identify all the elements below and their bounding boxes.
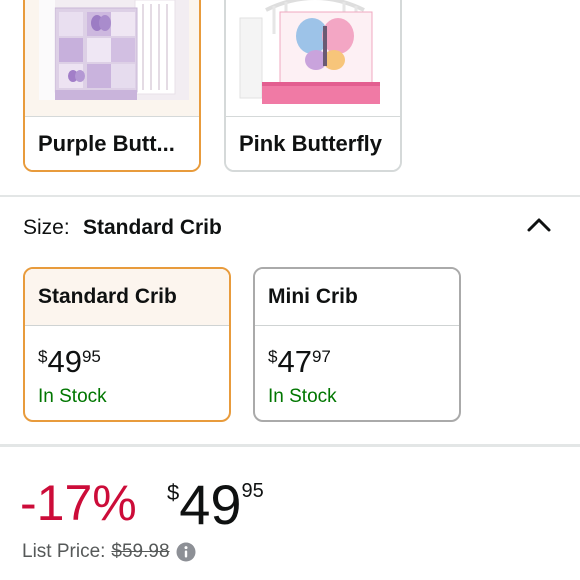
list-price-label: List Price: <box>22 541 106 562</box>
size-option-standard-crib[interactable]: Standard Crib $ 49 95 In Stock <box>23 267 231 422</box>
size-selected-value: Standard Crib <box>83 216 222 239</box>
product-thumbnail-pink-butterfly <box>226 0 400 116</box>
price-whole: 49 <box>47 344 82 379</box>
chevron-up-icon[interactable] <box>522 208 556 242</box>
size-option-price: $ 49 95 <box>38 345 101 381</box>
style-option-pink-butterfly[interactable]: Pink Butterfly <box>224 0 402 172</box>
section-divider <box>0 444 580 447</box>
product-thumbnail-purple-butterfly <box>25 0 199 116</box>
price-whole: 47 <box>277 344 312 379</box>
stock-status: In Stock <box>268 386 337 407</box>
price-currency: $ <box>38 347 48 366</box>
size-label: Size: <box>23 216 70 239</box>
info-icon[interactable] <box>176 542 196 562</box>
price-fraction: 95 <box>81 347 101 366</box>
size-option-name: Standard Crib <box>25 269 229 326</box>
price-fraction: 95 <box>241 480 264 502</box>
size-option-mini-crib[interactable]: Mini Crib $ 47 97 In Stock <box>253 267 461 422</box>
price-fraction: 97 <box>311 347 331 366</box>
style-option-purple-butterfly[interactable]: Purple Butt... <box>23 0 201 172</box>
section-divider <box>0 195 580 197</box>
style-option-label: Pink Butterfly <box>226 116 400 170</box>
list-price-row: List Price: $59.98 <box>22 541 196 563</box>
price-currency: $ <box>167 480 180 505</box>
stock-status: In Stock <box>38 386 107 407</box>
list-price-value: $59.98 <box>111 541 170 562</box>
size-option-name: Mini Crib <box>255 269 459 326</box>
price-whole: 49 <box>179 473 242 536</box>
style-option-label: Purple Butt... <box>25 116 199 170</box>
discount-percentage: -17% <box>20 475 137 531</box>
size-option-price: $ 47 97 <box>268 345 331 381</box>
price-currency: $ <box>268 347 278 366</box>
current-price: $ 49 95 <box>167 476 264 534</box>
